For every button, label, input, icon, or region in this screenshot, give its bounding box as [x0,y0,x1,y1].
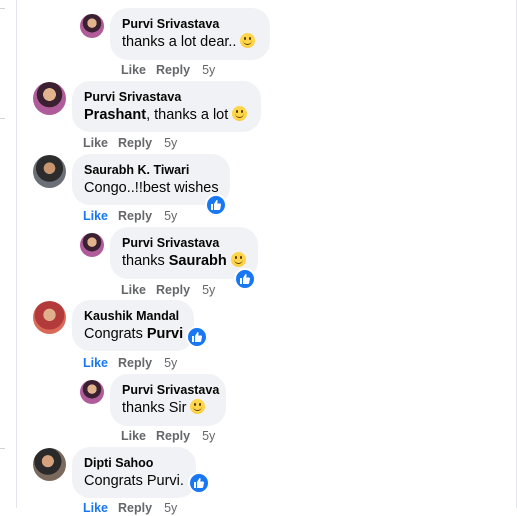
comment-bubble: Kaushik Mandal Congrats Purvi [72,300,194,351]
comment-actions: Like Reply 5y [83,208,177,224]
comment-text: thanks Saurabh [122,251,246,271]
scroll-marker [0,118,5,119]
timestamp[interactable]: 5y [202,429,215,443]
like-button[interactable]: Like [121,283,146,297]
like-reaction-icon[interactable] [205,194,227,216]
comment-text: Congrats Purvi. [84,473,184,489]
comment-author[interactable]: Kaushik Mandal [84,308,182,324]
avatar[interactable] [80,14,104,38]
thread-line [16,0,17,508]
comment-author[interactable]: Saurabh K. Tiwari [84,162,218,178]
like-button[interactable]: Like [83,136,108,150]
timestamp[interactable]: 5y [164,356,177,370]
scroll-marker [0,8,5,9]
comment-bubble: Dipti Sahoo Congrats Purvi. [72,447,196,498]
like-reaction-icon[interactable] [234,268,256,290]
comment-text: thanks Sir [122,398,214,418]
reply-button[interactable]: Reply [118,356,152,370]
comment-text: Prashant, thanks a lot [84,105,249,125]
avatar[interactable] [33,301,66,334]
reply-button[interactable]: Reply [156,283,190,297]
smile-emoji-icon [190,399,206,414]
comment-bubble: Purvi Srivastava Prashant, thanks a lot [72,81,261,132]
timestamp[interactable]: 5y [164,136,177,150]
avatar[interactable] [33,82,66,115]
comment-bubble: Purvi Srivastava thanks Sir [110,374,226,426]
comment-actions: Like Reply 5y [121,428,215,444]
smile-emoji-icon [232,106,248,121]
comment-text: thanks a lot dear.. [122,32,258,52]
comment-bubble: Purvi Srivastava thanks a lot dear.. [110,8,270,60]
smile-emoji-icon [240,33,256,48]
reply-button[interactable]: Reply [156,429,190,443]
comment-text: Congo..!!best wishes [84,180,219,196]
like-reaction-icon[interactable] [188,472,210,494]
avatar[interactable] [80,380,104,404]
comment-author[interactable]: Purvi Srivastava [122,235,246,251]
comment-actions: Like Reply 5y [121,282,215,298]
mention-link[interactable]: Saurabh [169,253,227,269]
like-button[interactable]: Like [121,429,146,443]
avatar[interactable] [80,233,104,257]
comment-actions: Like Reply 5y [121,62,215,78]
comment-author[interactable]: Dipti Sahoo [84,455,184,471]
comment-author[interactable]: Purvi Srivastava [122,382,219,398]
scroll-marker [0,448,5,449]
avatar[interactable] [33,448,66,481]
smile-emoji-icon [230,252,246,267]
reply-button[interactable]: Reply [118,209,152,223]
comment-text: Congrats Purvi [84,326,184,342]
reply-button[interactable]: Reply [118,136,152,150]
like-button[interactable]: Like [83,209,108,223]
comment-author[interactable]: Purvi Srivastava [122,16,258,32]
timestamp[interactable]: 5y [164,209,177,223]
comment-author[interactable]: Purvi Srivastava [84,89,249,105]
mention-link[interactable]: Purvi [147,326,183,342]
like-button[interactable]: Like [83,356,108,370]
timestamp[interactable]: 5y [202,63,215,77]
reply-button[interactable]: Reply [118,501,152,515]
reply-button[interactable]: Reply [156,63,190,77]
avatar[interactable] [33,155,66,188]
like-reaction-icon[interactable] [186,326,208,348]
like-button[interactable]: Like [83,501,108,515]
like-button[interactable]: Like [121,63,146,77]
comment-actions: Like Reply 5y [83,135,177,151]
comment-actions: Like Reply 5y [83,500,177,516]
timestamp[interactable]: 5y [202,283,215,297]
timestamp[interactable]: 5y [164,501,177,515]
comment-actions: Like Reply 5y [83,355,177,371]
mention-link[interactable]: Prashant [84,107,146,123]
